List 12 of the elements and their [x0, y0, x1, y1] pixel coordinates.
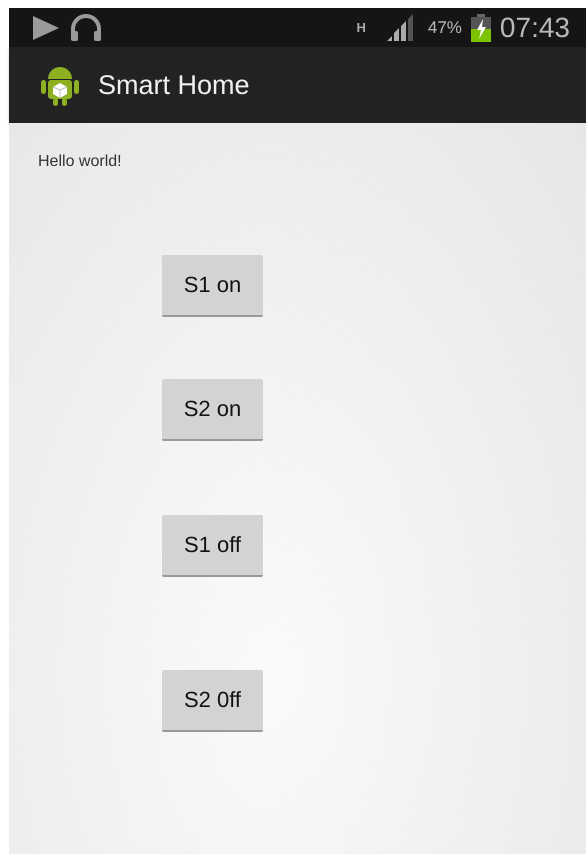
play-icon [31, 14, 61, 40]
switch-button[interactable]: S2 on [162, 379, 263, 441]
switch-button[interactable]: S1 on [162, 255, 263, 317]
network-type-indicator: H [356, 20, 366, 35]
battery-percentage: 47% [428, 19, 462, 36]
battery-charging-icon [470, 14, 492, 42]
clock-time: 07:43 [500, 14, 570, 42]
switch-button[interactable]: S2 0ff [162, 670, 263, 732]
headphones-icon [69, 14, 103, 42]
hello-text: Hello world! [38, 153, 122, 171]
switch-button[interactable]: S1 off [162, 515, 263, 577]
app-title: Smart Home [98, 70, 250, 100]
